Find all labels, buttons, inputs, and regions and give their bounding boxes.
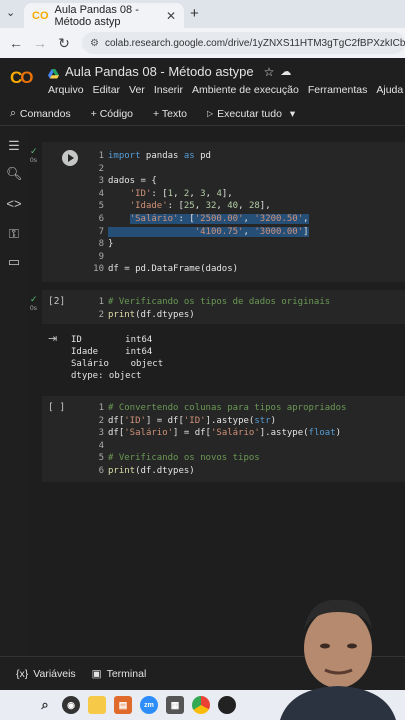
- add-text-label: + Texto: [153, 107, 187, 120]
- code-cell[interactable]: [ ] 1 2 3 4 5 6 # Convertendo colunas pa…: [42, 396, 405, 482]
- menu-inserir[interactable]: Inserir: [154, 84, 183, 96]
- new-tab-button[interactable]: +: [190, 5, 199, 22]
- notebook-title-row: Aula Pandas 08 - Método astype ☆ ☁: [48, 64, 291, 79]
- menu-ajuda[interactable]: Ajuda: [376, 84, 403, 96]
- find-replace-icon[interactable]: 🔍︎: [6, 166, 23, 182]
- chevron-down-icon[interactable]: ▾: [290, 108, 295, 120]
- line-numbers: 1 2 3 4 5 6: [98, 403, 104, 476]
- cloud-icon[interactable]: ☁: [280, 65, 291, 78]
- success-check-icon: ✓: [30, 294, 38, 304]
- terminal-button[interactable]: ▣ Terminal: [92, 668, 147, 680]
- search-icon[interactable]: ⌕: [36, 696, 54, 714]
- url-input[interactable]: ⚙ colab.research.google.com/drive/1yZNXS…: [82, 32, 405, 54]
- exec-time: 0s: [30, 157, 37, 164]
- forward-icon[interactable]: →: [28, 35, 52, 51]
- add-code-button[interactable]: + Código: [81, 108, 143, 120]
- line-numbers: 1 2: [98, 297, 104, 320]
- calculator-icon[interactable]: ▦: [166, 696, 184, 714]
- add-code-label: + Código: [90, 107, 133, 120]
- zoom-app-icon[interactable]: zm: [140, 696, 158, 714]
- commands-button[interactable]: ⌕ Comandos: [0, 107, 81, 120]
- code-cell[interactable]: [2] 1 2 # Verificando os tipos de dados …: [42, 290, 405, 324]
- menu-ver[interactable]: Ver: [129, 84, 145, 96]
- tab-title: Aula Pandas 08 - Método astyp: [54, 3, 139, 28]
- execution-count: [ ]: [48, 402, 66, 413]
- exec-time: 0s: [30, 305, 37, 312]
- code-cell[interactable]: 1 2 3 4 5 6 7 8 9 10 import pandas as pd…: [42, 142, 405, 282]
- code-editor[interactable]: # Verificando os tipos de dados originai…: [108, 296, 330, 321]
- colab-header: CO Aula Pandas 08 - Método astype ☆ ☁ Ar…: [0, 58, 405, 102]
- menu-ferramentas[interactable]: Ferramentas: [308, 84, 368, 96]
- star-icon[interactable]: ☆: [264, 65, 275, 79]
- close-tab-icon[interactable]: ✕: [166, 9, 176, 23]
- terminal-label: Terminal: [106, 667, 147, 680]
- left-sidebar: ☰ 🔍︎ <> ⚿ ▭: [0, 126, 28, 656]
- add-text-button[interactable]: + Texto: [143, 108, 197, 120]
- variables-icon: {x}: [16, 667, 29, 680]
- code-snippets-icon[interactable]: <>: [6, 196, 22, 212]
- chrome-icon[interactable]: [192, 696, 210, 714]
- copilot-icon[interactable]: ◉: [62, 696, 80, 714]
- menu-bar: Arquivo Editar Ver Inserir Ambiente de e…: [48, 84, 403, 96]
- browser-tab[interactable]: CO Aula Pandas 08 - Método astyp ✕: [24, 3, 184, 28]
- notebook-title[interactable]: Aula Pandas 08 - Método astype: [65, 64, 254, 79]
- code-editor[interactable]: import pandas as pd dados = { 'ID': [1, …: [108, 150, 309, 276]
- run-all-button[interactable]: ▷ Executar tudo ▾: [197, 108, 305, 120]
- tab-list-icon[interactable]: ⌄: [6, 6, 15, 19]
- success-check-icon: ✓: [30, 146, 38, 156]
- cell-output: ID int64 Idade int64 Salário object dtyp…: [71, 335, 164, 381]
- notebook-toolbar: ⌕ Comandos + Código + Texto ▷ Executar t…: [0, 102, 405, 126]
- colab-tab-icon: CO: [32, 9, 49, 22]
- play-icon: ▷: [206, 109, 214, 118]
- windows-start-icon[interactable]: [14, 698, 28, 712]
- address-bar: ← → ↻ ⚙ colab.research.google.com/drive/…: [0, 28, 405, 58]
- line-numbers: 1 2 3 4 5 6 7 8 9 10: [93, 151, 104, 275]
- secrets-key-icon[interactable]: ⚿: [6, 226, 22, 242]
- browser-tab-strip: ⌄ CO Aula Pandas 08 - Método astyp ✕ +: [0, 0, 405, 28]
- code-line-1: import: [108, 151, 141, 161]
- url-text: colab.research.google.com/drive/1yZNXS11…: [104, 37, 405, 49]
- run-all-label: Executar tudo: [217, 107, 282, 120]
- commands-label: Comandos: [19, 107, 71, 120]
- table-of-contents-icon[interactable]: ☰: [6, 138, 22, 154]
- variables-label: Variáveis: [33, 667, 76, 680]
- webcam-overlay: [270, 590, 405, 720]
- menu-ambiente[interactable]: Ambiente de execução: [192, 84, 299, 96]
- files-folder-icon[interactable]: ▭: [6, 254, 22, 270]
- drive-icon: [48, 67, 59, 78]
- colab-logo[interactable]: CO: [10, 68, 34, 88]
- app-icon[interactable]: [218, 696, 236, 714]
- reload-icon[interactable]: ↻: [52, 35, 76, 52]
- menu-arquivo[interactable]: Arquivo: [48, 84, 84, 96]
- office-app-icon[interactable]: ▤: [114, 696, 132, 714]
- notebook-area: ✓ 0s 1 2 3 4 5 6 7 8 9 10 import pandas …: [28, 126, 405, 656]
- file-explorer-icon[interactable]: [88, 696, 106, 714]
- run-cell-button[interactable]: [62, 150, 78, 166]
- search-icon: ⌕: [10, 107, 16, 119]
- execution-count: [2]: [48, 296, 66, 307]
- code-editor[interactable]: # Convertendo colunas para tipos apropri…: [108, 402, 346, 478]
- site-info-icon[interactable]: ⚙: [90, 38, 99, 49]
- variables-button[interactable]: {x} Variáveis: [16, 668, 76, 680]
- terminal-icon: ▣: [91, 667, 102, 680]
- output-actions-icon[interactable]: ⇥: [48, 332, 57, 345]
- back-icon[interactable]: ←: [4, 35, 28, 51]
- menu-editar[interactable]: Editar: [93, 84, 120, 96]
